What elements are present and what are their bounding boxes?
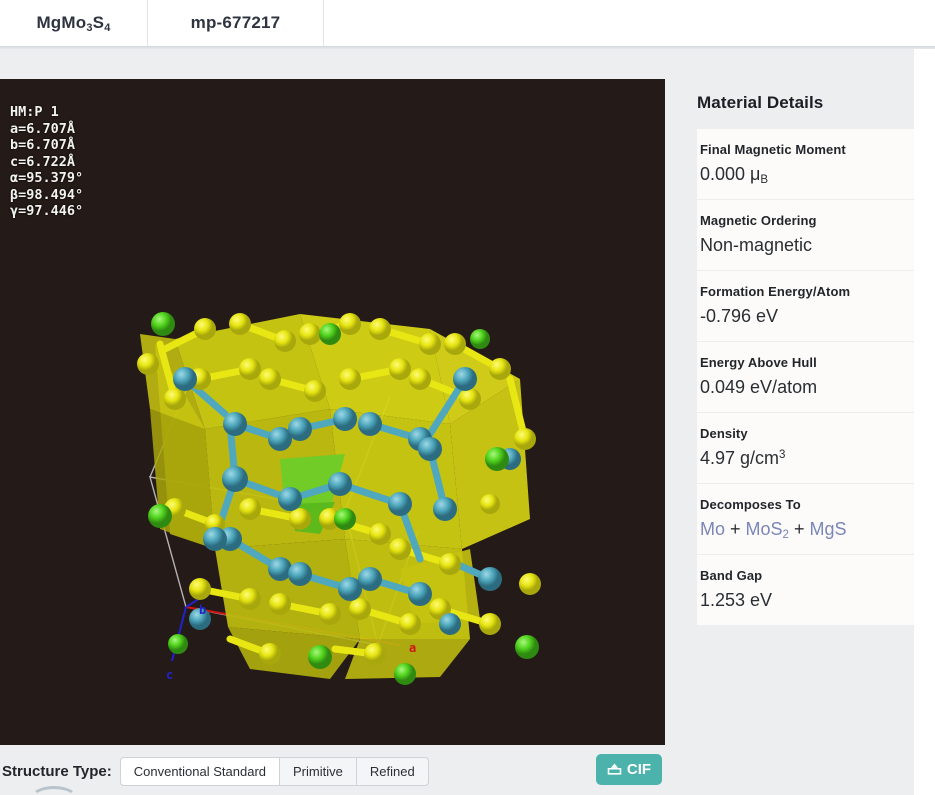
detail-label: Formation Energy/Atom xyxy=(700,284,851,299)
detail-value: Non-magnetic xyxy=(700,235,813,255)
detail-value: 4.97 g/cm3 xyxy=(700,448,914,469)
download-icon xyxy=(607,763,622,775)
material-details-list: Final Magnetic Moment 0.000 μB Magnetic … xyxy=(697,129,914,625)
material-details-panel: Material Details Final Magnetic Moment 0… xyxy=(680,49,914,795)
structure-type-label: Structure Type: xyxy=(2,762,112,780)
cif-button-label: CIF xyxy=(626,761,652,778)
detail-formation-energy-per-atom: Formation Energy/Atom -0.796 eV xyxy=(697,271,914,342)
axis-label-a: a xyxy=(409,641,417,655)
plus-sign: + xyxy=(788,519,810,539)
decompose-link-mos2-sub: 2 xyxy=(782,529,789,541)
detail-magnetic-ordering: Magnetic Ordering Non-magnetic xyxy=(697,200,914,271)
structure-type-button-group[interactable]: Conventional Standard Primitive Refined xyxy=(119,756,429,786)
structure-toolbar: Structure Type: Conventional Standard Pr… xyxy=(0,747,665,795)
plus-sign: + xyxy=(725,519,746,539)
detail-density: Density 4.97 g/cm3 xyxy=(697,413,914,484)
lattice-parameters-overlay: HM:P 1 a=6.707Å b=6.707Å c=6.722Å α=95.3… xyxy=(10,104,84,219)
detail-value-sup: 3 xyxy=(779,449,786,461)
decompose-link-mo[interactable]: Mo xyxy=(700,519,725,539)
detail-value-main: 4.97 g/cm xyxy=(700,448,780,468)
detail-label: Magnetic Ordering xyxy=(700,213,817,228)
detail-energy-above-hull: Energy Above Hull 0.049 eV/atom xyxy=(697,342,914,413)
detail-value-sub: B xyxy=(760,174,769,186)
material-detail-page: MgMo3S4 mp-677217 HM:P 1 a=6.707Å b=6.70… xyxy=(0,0,935,795)
structure-viewer[interactable]: HM:P 1 a=6.707Å b=6.707Å c=6.722Å α=95.3… xyxy=(0,79,665,745)
material-details-title: Material Details xyxy=(697,93,824,112)
detail-band-gap: Band Gap 1.253 eV xyxy=(697,555,914,625)
structure-type-refined[interactable]: Refined xyxy=(355,756,429,786)
detail-value-main: 0.000 μ xyxy=(700,164,761,184)
crystal-structure-render[interactable] xyxy=(0,79,665,745)
axis-label-c: c xyxy=(166,668,174,682)
detail-value: 0.000 μB xyxy=(700,164,914,186)
tab-material-id-label: mp-677217 xyxy=(190,13,281,32)
detail-label: Decomposes To xyxy=(700,497,801,512)
download-cif-button[interactable]: CIF xyxy=(596,754,662,785)
detail-label: Density xyxy=(700,426,748,441)
detail-value: 1.253 eV xyxy=(700,590,773,610)
detail-label: Energy Above Hull xyxy=(700,355,817,370)
page-right-margin xyxy=(914,49,935,795)
structure-type-conventional-standard[interactable]: Conventional Standard xyxy=(119,756,280,786)
tab-formula-label: MgMo3S4 xyxy=(36,13,111,34)
tab-formula[interactable]: MgMo3S4 xyxy=(0,0,148,46)
axis-label-b: b xyxy=(199,603,207,617)
detail-value: Mo + MoS2 + MgS xyxy=(700,519,914,541)
header-tabs: MgMo3S4 mp-677217 xyxy=(0,0,935,46)
detail-label: Final Magnetic Moment xyxy=(700,142,846,157)
detail-final-magnetic-moment: Final Magnetic Moment 0.000 μB xyxy=(697,129,914,200)
decompose-link-mos2-text: MoS xyxy=(745,519,783,539)
tab-material-id[interactable]: mp-677217 xyxy=(148,0,324,46)
detail-value: -0.796 eV xyxy=(700,306,779,326)
detail-value: 0.049 eV/atom xyxy=(700,377,818,397)
decompose-link-mgs[interactable]: MgS xyxy=(809,519,846,539)
decompose-link-mos2[interactable]: MoS2 xyxy=(745,519,789,541)
detail-decomposes-to: Decomposes To Mo + MoS2 + MgS xyxy=(697,484,914,555)
structure-type-primitive[interactable]: Primitive xyxy=(279,756,356,786)
detail-label: Band Gap xyxy=(700,568,763,583)
